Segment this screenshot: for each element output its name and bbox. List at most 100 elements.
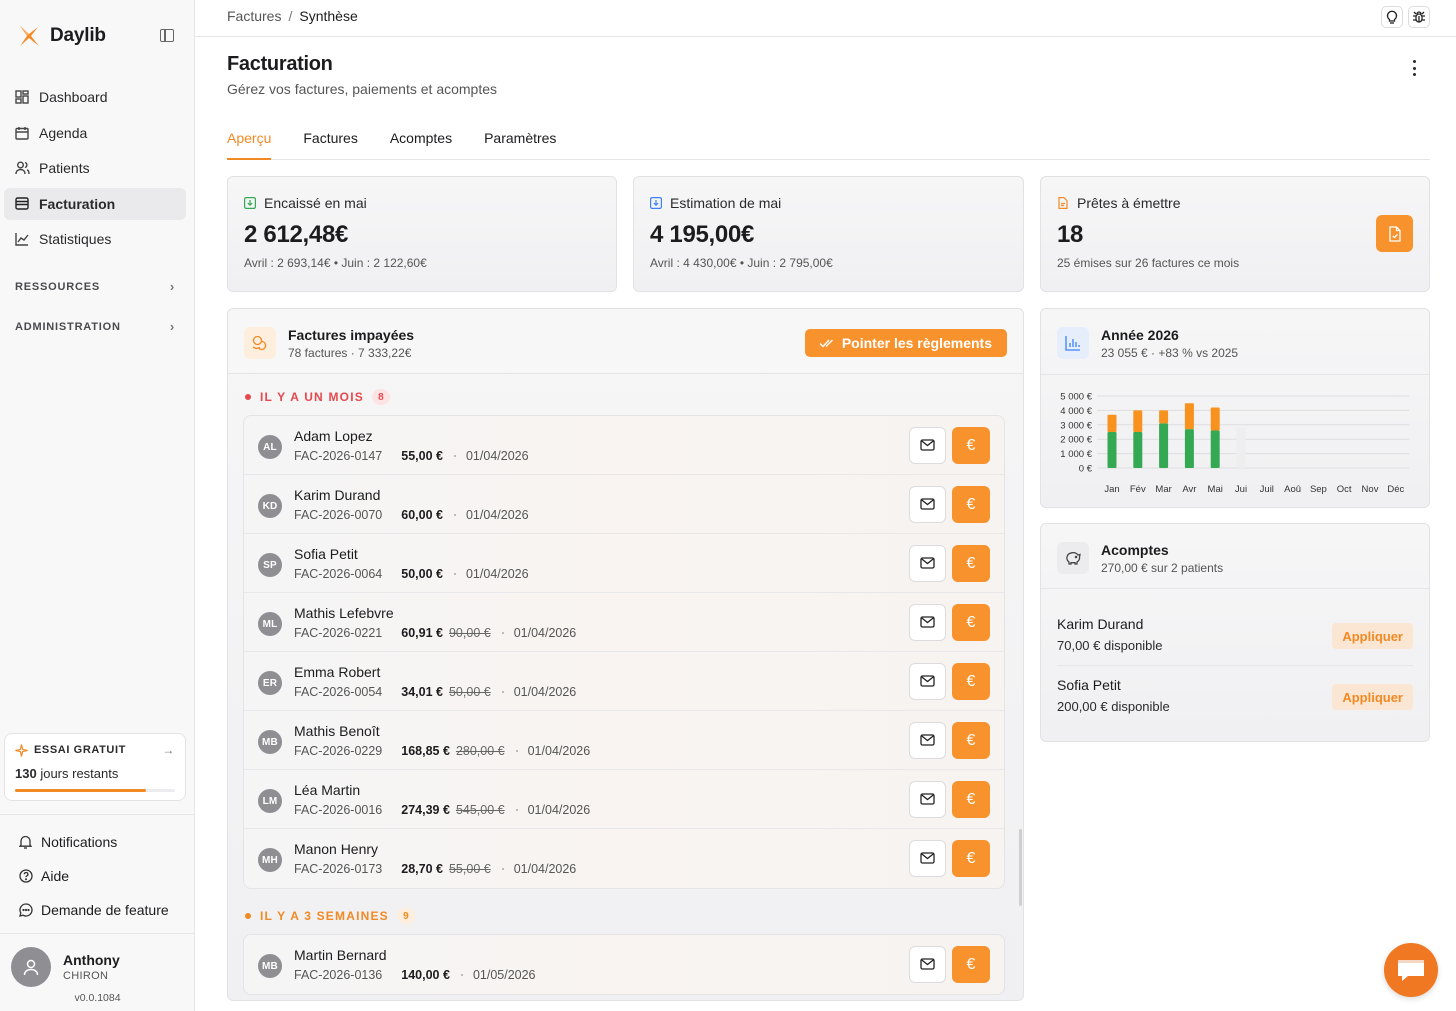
- send-reminder-button[interactable]: [909, 946, 946, 983]
- patient-name[interactable]: Martin Bernard: [294, 947, 387, 963]
- chat-bubble-icon: [1398, 960, 1424, 981]
- section-administration[interactable]: ADMINISTRATION ›: [15, 319, 175, 334]
- invoice-meta: FAC-2026-0064 50,00 € 01/04/2026: [294, 567, 529, 581]
- send-reminder-button[interactable]: [909, 663, 946, 700]
- invoice-row[interactable]: LM Léa Martin FAC-2026-0016 274,39 € 545,00 …: [244, 770, 1004, 829]
- group-count-badge: 9: [396, 908, 415, 924]
- record-payment-button[interactable]: €: [952, 722, 990, 759]
- support-chat-button[interactable]: [1384, 943, 1438, 997]
- coins-icon: [244, 327, 276, 359]
- chart-bar[interactable]: [1107, 432, 1117, 468]
- invoice-meta: FAC-2026-0229 168,85 € 280,00 € 01/04/2026: [294, 744, 590, 758]
- chevron-right-icon: ›: [169, 279, 175, 294]
- invoice-date: 01/04/2026: [527, 744, 591, 758]
- send-reminder-button[interactable]: [909, 486, 946, 523]
- patient-name[interactable]: Mathis Benoît: [294, 723, 380, 739]
- app-name: Daylib: [50, 25, 106, 46]
- patient-name[interactable]: Manon Henry: [294, 841, 378, 857]
- apply-deposit-button[interactable]: Appliquer: [1332, 684, 1413, 710]
- grid-icon: [14, 89, 30, 105]
- trial-progress: [15, 789, 175, 792]
- chart-bar[interactable]: [1159, 410, 1169, 424]
- invoice-row[interactable]: AL Adam Lopez FAC-2026-0147 55,00 € 01/04/20…: [244, 416, 1004, 475]
- send-reminder-button[interactable]: [909, 427, 946, 464]
- send-reminder-button[interactable]: [909, 840, 946, 877]
- tab-apercu[interactable]: Aperçu: [227, 122, 272, 160]
- help-icon: [19, 869, 33, 883]
- sidebar-toggle-icon[interactable]: [160, 29, 174, 42]
- invoice-row[interactable]: MB Mathis Benoît FAC-2026-0229 168,85 € 280,…: [244, 711, 1004, 770]
- invoice-row[interactable]: KD Karim Durand FAC-2026-0070 60,00 € 01/04/…: [244, 475, 1004, 534]
- chart-bar[interactable]: [1210, 407, 1220, 431]
- page-subtitle: Gérez vos factures, paiements et acompte…: [227, 81, 498, 97]
- chart-bar[interactable]: [1184, 429, 1194, 468]
- main-nav: Dashboard Agenda Patients Facturation St…: [4, 81, 186, 259]
- patient-name[interactable]: Adam Lopez: [294, 428, 373, 444]
- invoice-row[interactable]: ER Emma Robert FAC-2026-0054 34,01 € 50,00 €…: [244, 652, 1004, 711]
- invoice-amount-due: 168,85 €: [401, 744, 450, 758]
- tab-acomptes[interactable]: Acomptes: [390, 122, 452, 160]
- notifications-link[interactable]: Notifications: [0, 825, 195, 859]
- tabs: Aperçu Factures Acomptes Paramètres: [227, 122, 1430, 160]
- chart-bar[interactable]: [1236, 427, 1246, 468]
- x-tick-label: Mai: [1208, 484, 1223, 495]
- trial-card[interactable]: ESSAI GRATUIT → 130 jours restants: [4, 733, 186, 801]
- invoice-number: FAC-2026-0070: [294, 508, 383, 522]
- chart-bar[interactable]: [1107, 414, 1117, 432]
- record-payment-button[interactable]: €: [952, 604, 990, 641]
- brand[interactable]: Daylib: [16, 22, 106, 50]
- chart-bar[interactable]: [1210, 430, 1220, 468]
- section-ressources[interactable]: RESSOURCES ›: [15, 279, 175, 294]
- send-reminder-button[interactable]: [909, 722, 946, 759]
- tips-button[interactable]: [1381, 6, 1403, 28]
- sidebar-item-agenda[interactable]: Agenda: [4, 117, 186, 149]
- sidebar-item-dashboard[interactable]: Dashboard: [4, 81, 186, 113]
- sidebar-item-facturation[interactable]: Facturation: [4, 187, 186, 220]
- chart-bar[interactable]: [1133, 432, 1143, 468]
- invoice-row[interactable]: SP Sofia Petit FAC-2026-0064 50,00 € 01/04/2…: [244, 534, 1004, 593]
- bug-report-button[interactable]: [1408, 6, 1430, 28]
- feature-request-link[interactable]: Demande de feature: [0, 893, 195, 927]
- breadcrumb-parent[interactable]: Factures: [227, 8, 281, 24]
- apply-deposit-button[interactable]: Appliquer: [1332, 623, 1413, 649]
- record-payment-button[interactable]: €: [952, 663, 990, 700]
- more-options-icon[interactable]: [1406, 60, 1422, 76]
- user-profile[interactable]: Anthony CHIRON v0.0.1084: [0, 933, 195, 1011]
- record-payment-button[interactable]: €: [952, 545, 990, 582]
- patient-name[interactable]: Mathis Lefebvre: [294, 605, 394, 621]
- deposit-item: Karim Durand 70,00 € disponible Applique…: [1057, 616, 1413, 653]
- patient-name[interactable]: Sofia Petit: [294, 546, 358, 562]
- invoice-row[interactable]: MH Manon Henry FAC-2026-0173 28,70 € 55,00 €…: [244, 829, 1004, 888]
- invoice-row[interactable]: MB Martin Bernard FAC-2026-0136 140,00 € 01/…: [244, 935, 1004, 994]
- euro-icon: €: [966, 554, 976, 572]
- chart-bar[interactable]: [1133, 410, 1143, 432]
- patient-name[interactable]: Emma Robert: [294, 664, 380, 680]
- patient-name[interactable]: Léa Martin: [294, 782, 360, 798]
- bell-icon: [19, 835, 33, 849]
- tab-factures[interactable]: Factures: [303, 122, 357, 160]
- reconcile-payments-button[interactable]: Pointer les règlements: [804, 329, 1007, 357]
- record-payment-button[interactable]: €: [952, 840, 990, 877]
- issue-invoices-button[interactable]: [1376, 215, 1413, 252]
- record-payment-button[interactable]: €: [952, 486, 990, 523]
- patient-name[interactable]: Karim Durand: [294, 487, 380, 503]
- send-reminder-button[interactable]: [909, 604, 946, 641]
- record-payment-button[interactable]: €: [952, 427, 990, 464]
- help-link[interactable]: Aide: [0, 859, 195, 893]
- record-payment-button[interactable]: €: [952, 946, 990, 983]
- scrollbar[interactable]: [1019, 829, 1022, 906]
- sidebar-item-statistiques[interactable]: Statistiques: [4, 223, 186, 255]
- group-title: IL Y A UN MOIS: [260, 390, 364, 404]
- invoice-row[interactable]: ML Mathis Lefebvre FAC-2026-0221 60,91 € 90,…: [244, 593, 1004, 652]
- record-payment-button[interactable]: €: [952, 781, 990, 818]
- tab-parametres[interactable]: Paramètres: [484, 122, 556, 160]
- invoice-original-amount: 50,00 €: [448, 685, 491, 699]
- mail-icon: [920, 792, 935, 808]
- send-reminder-button[interactable]: [909, 781, 946, 818]
- mail-icon: [920, 674, 935, 690]
- chart-bar[interactable]: [1184, 403, 1194, 430]
- sidebar: Daylib Dashboard Agenda Patients Factura…: [0, 0, 195, 1011]
- send-reminder-button[interactable]: [909, 545, 946, 582]
- sidebar-item-patients[interactable]: Patients: [4, 152, 186, 184]
- chart-bar[interactable]: [1159, 423, 1169, 468]
